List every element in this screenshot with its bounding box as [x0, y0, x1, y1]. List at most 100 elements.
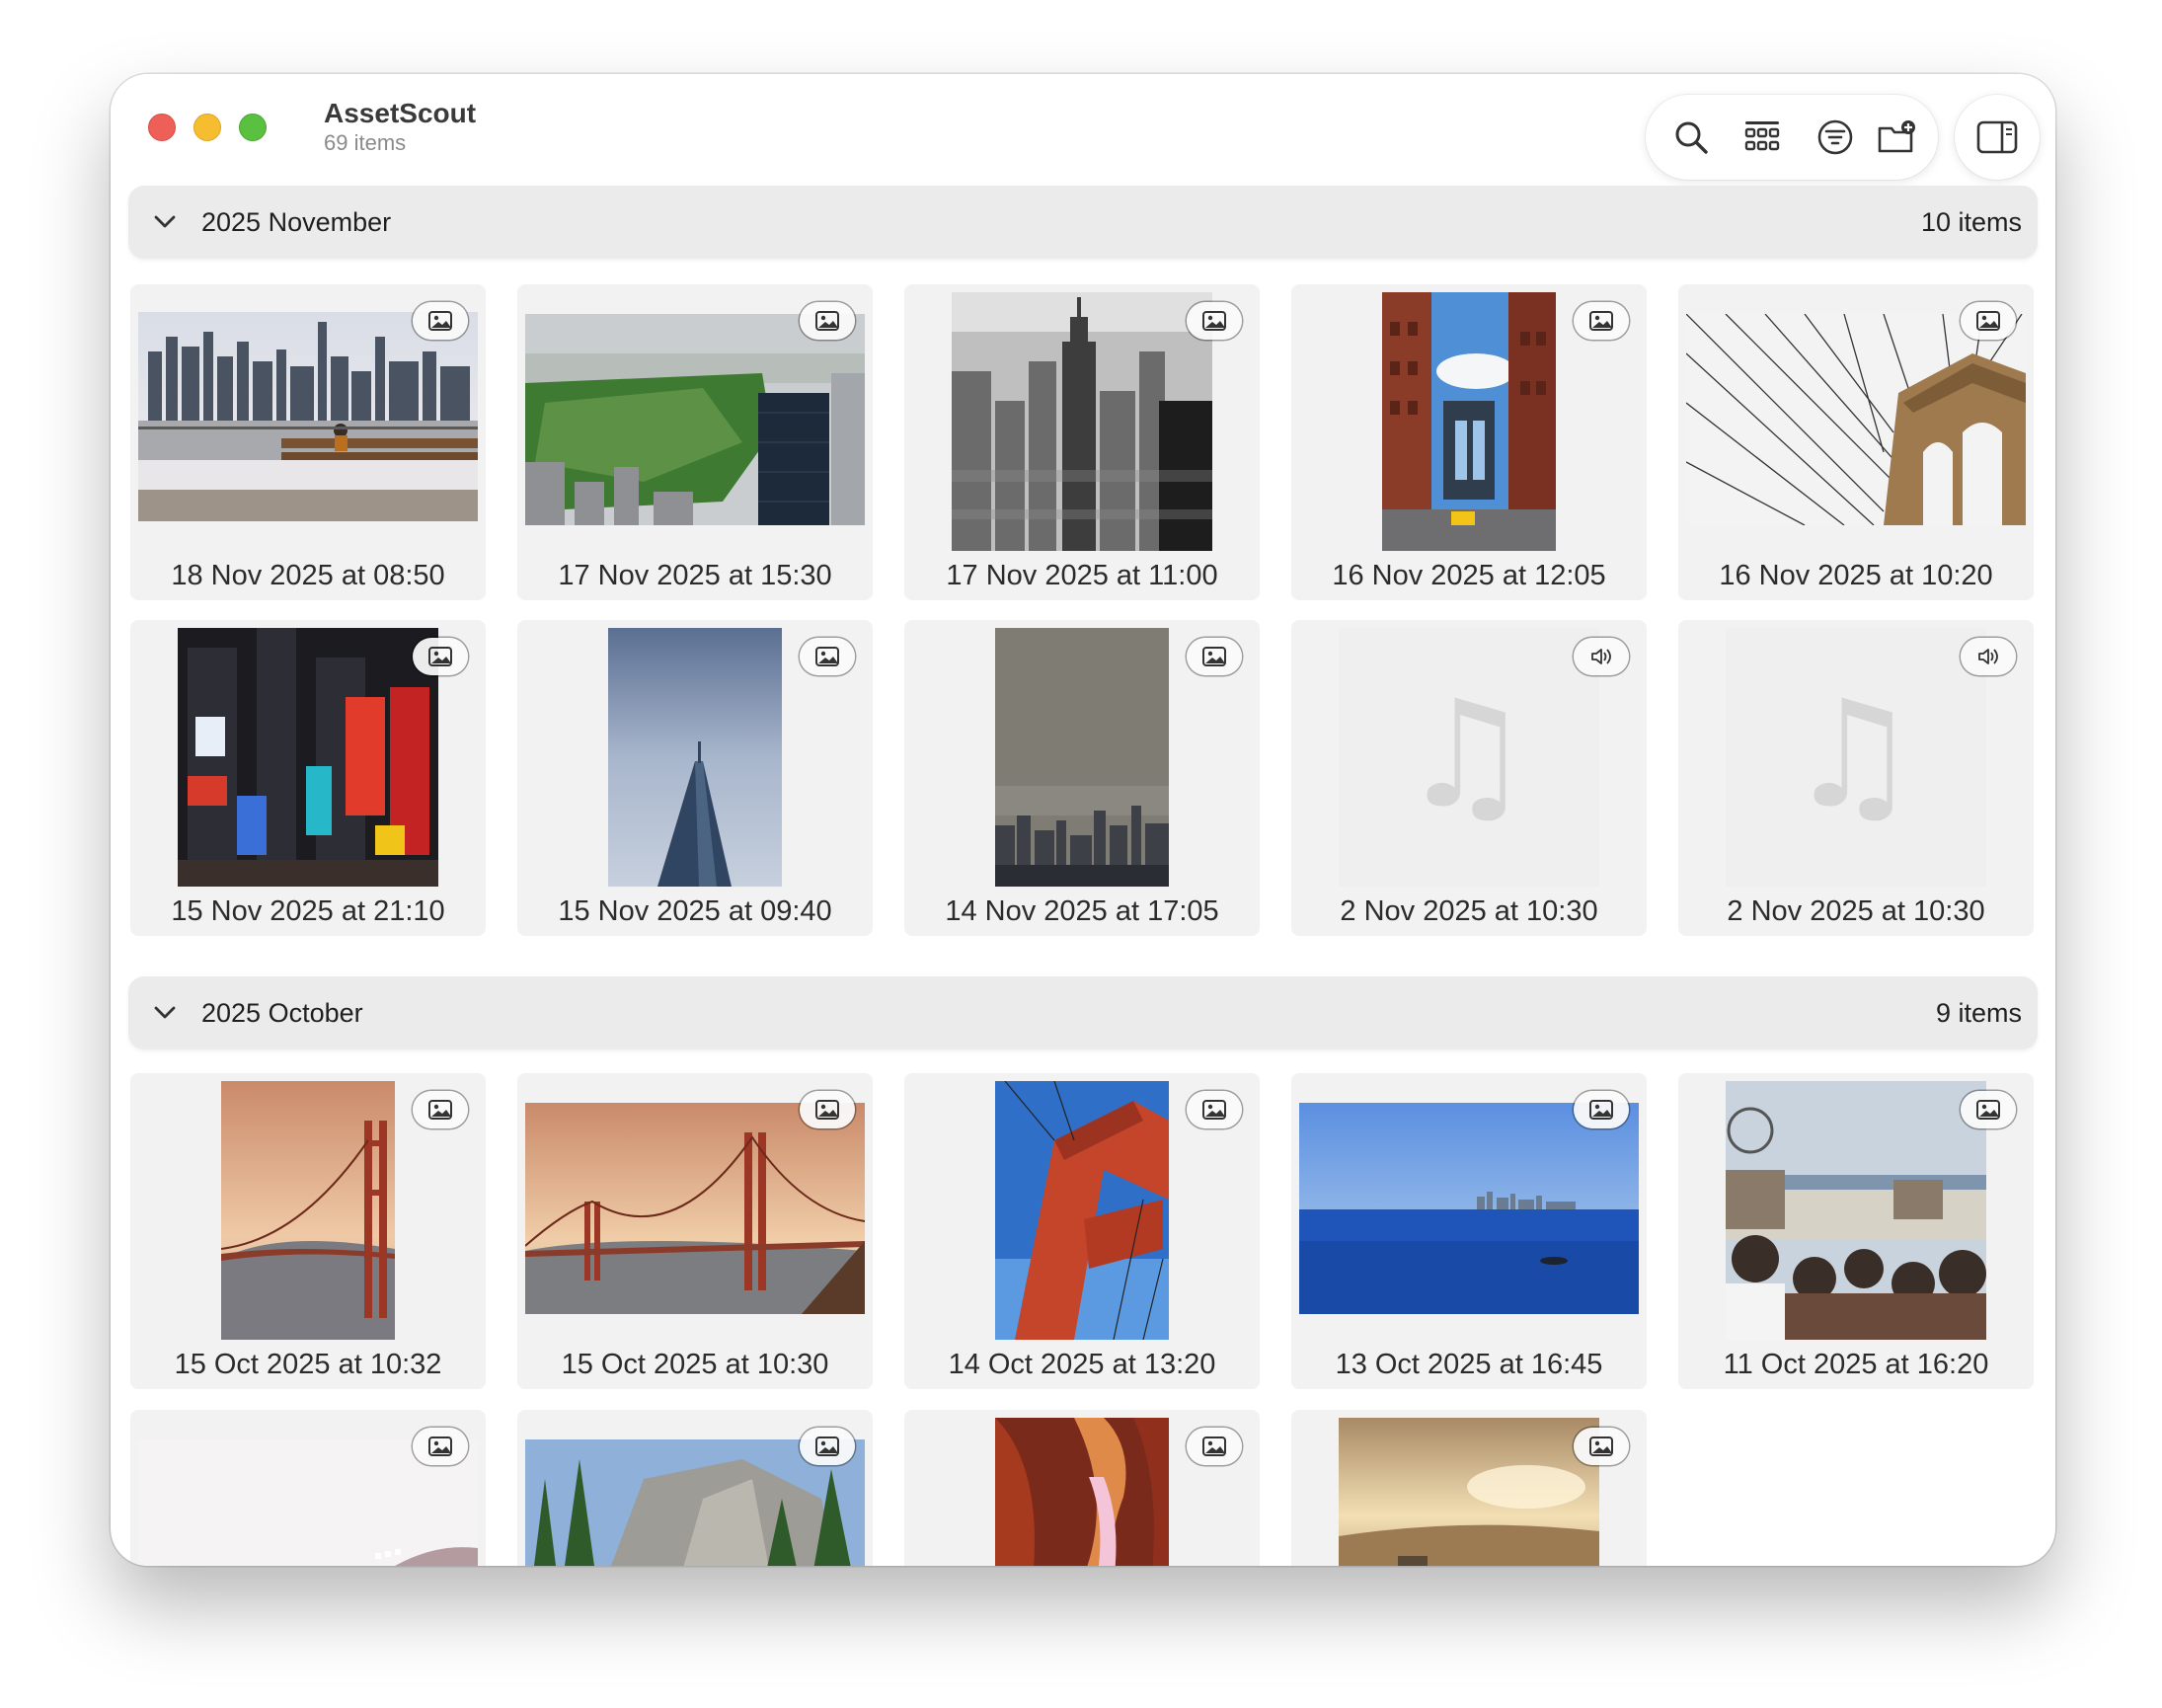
image-type-badge: [1574, 302, 1629, 340]
thumbnail-antelope-canyon: [995, 1418, 1169, 1566]
thumbnail-desert-sunset: [1339, 1418, 1599, 1566]
asset-caption: 14 Nov 2025 at 17:05: [945, 895, 1219, 927]
image-type-badge: [1961, 302, 2016, 340]
thumbnail-times-square-night: [178, 628, 438, 887]
new-folder-button[interactable]: [1871, 112, 1922, 163]
asset-card[interactable]: 17 Nov 2025 at 15:30: [517, 284, 873, 600]
speaker-icon: [1978, 649, 1998, 664]
thumbnail-central-park-aerial: [525, 314, 865, 525]
asset-card[interactable]: [1291, 1410, 1647, 1566]
grid-view-button[interactable]: [1737, 112, 1788, 163]
image-type-badge: [1187, 1091, 1242, 1128]
thumbnail-empire-state-bw: [952, 292, 1212, 551]
asset-card[interactable]: 16 Nov 2025 at 12:05: [1291, 284, 1647, 600]
asset-card[interactable]: 16 Nov 2025 at 10:20: [1678, 284, 2034, 600]
minimize-window-button[interactable]: [193, 114, 221, 141]
image-icon: [815, 1100, 839, 1120]
image-type-badge: [1187, 302, 1242, 340]
asset-caption: 15 Oct 2025 at 10:30: [561, 1349, 829, 1380]
speaker-icon: [1591, 649, 1611, 664]
asset-card[interactable]: 15 Nov 2025 at 09:40: [517, 620, 873, 936]
asset-card[interactable]: 14 Nov 2025 at 17:05: [904, 620, 1260, 936]
image-icon: [1202, 1100, 1226, 1120]
chevron-down-icon[interactable]: [150, 998, 180, 1028]
asset-card[interactable]: 18 Nov 2025 at 08:50: [130, 284, 486, 600]
audio-type-badge: [1961, 638, 2016, 675]
search-button[interactable]: [1665, 112, 1717, 163]
search-icon: [1675, 121, 1708, 154]
music-note-icon: ♫: [1787, 669, 1920, 841]
thumbnail-pier-crowd: [1726, 1081, 1986, 1340]
asset-caption: 16 Nov 2025 at 10:20: [1719, 560, 1993, 591]
sidebar-toggle-icon: [1976, 120, 2018, 154]
image-type-badge: [1574, 1428, 1629, 1465]
chevron-down-icon[interactable]: [150, 207, 180, 237]
asset-card[interactable]: [904, 1410, 1260, 1566]
app-window: AssetScout 69 items 2025 November 10 ite…: [111, 74, 2055, 1566]
image-type-badge: [800, 302, 855, 340]
asset-card[interactable]: 15 Oct 2025 at 10:30: [517, 1073, 873, 1389]
sidebar-toggle-button[interactable]: [1955, 95, 2040, 180]
asset-caption: 15 Nov 2025 at 09:40: [558, 895, 832, 927]
image-icon: [428, 1436, 452, 1456]
asset-card[interactable]: 13 Oct 2025 at 16:45: [1291, 1073, 1647, 1389]
image-icon: [815, 647, 839, 666]
image-type-badge: [1187, 1428, 1242, 1465]
image-icon: [1202, 311, 1226, 331]
asset-card[interactable]: 14 Oct 2025 at 13:20: [904, 1073, 1260, 1389]
image-icon: [1202, 647, 1226, 666]
image-type-badge: [800, 638, 855, 675]
filter-button[interactable]: [1810, 112, 1861, 163]
thumbnail-golden-gate-sunset-landscape: [525, 1103, 865, 1314]
toolbar-group: [1646, 95, 1938, 180]
asset-caption: 11 Oct 2025 at 16:20: [1723, 1349, 1989, 1380]
asset-card[interactable]: 15 Nov 2025 at 21:10: [130, 620, 486, 936]
item-count-subtitle: 69 items: [324, 130, 407, 155]
asset-caption: 17 Nov 2025 at 15:30: [558, 560, 832, 591]
image-icon: [1589, 1436, 1613, 1456]
asset-caption: 15 Oct 2025 at 10:32: [174, 1349, 442, 1380]
section-header-november[interactable]: 2025 November 10 items: [128, 186, 2038, 259]
zoom-window-button[interactable]: [239, 114, 267, 141]
close-window-button[interactable]: [148, 114, 176, 141]
asset-card[interactable]: 17 Nov 2025 at 11:00: [904, 284, 1260, 600]
asset-card[interactable]: ♫ 2 Nov 2025 at 10:30: [1678, 620, 2034, 936]
image-icon: [1202, 1436, 1226, 1456]
filter-icon: [1817, 119, 1853, 155]
image-type-badge: [413, 1428, 468, 1465]
thumbnail-golden-gate-sunset-portrait: [221, 1081, 395, 1340]
image-type-badge: [413, 1091, 468, 1128]
asset-card[interactable]: 15 Oct 2025 at 10:32: [130, 1073, 486, 1389]
image-icon: [815, 1436, 839, 1456]
music-note-icon: ♫: [1400, 669, 1533, 841]
image-type-badge: [1574, 1091, 1629, 1128]
app-title: AssetScout: [324, 98, 477, 128]
asset-card[interactable]: [517, 1410, 873, 1566]
image-icon: [1976, 311, 2000, 331]
image-type-badge: [1187, 638, 1242, 675]
image-type-badge: [800, 1091, 855, 1128]
section-count: 10 items: [1920, 207, 2022, 237]
thumbnail-one-world-trade: [608, 628, 782, 887]
thumbnail-foggy-skyline: [995, 628, 1169, 887]
asset-card[interactable]: 11 Oct 2025 at 16:20: [1678, 1073, 2034, 1389]
asset-caption: 17 Nov 2025 at 11:00: [946, 560, 1218, 591]
image-icon: [1589, 311, 1613, 331]
section-header-october[interactable]: 2025 October 9 items: [128, 976, 2038, 1049]
section-title: 2025 October: [201, 998, 363, 1028]
image-icon: [1589, 1100, 1613, 1120]
asset-card[interactable]: [130, 1410, 486, 1566]
asset-caption: 15 Nov 2025 at 21:10: [171, 895, 445, 927]
image-icon: [428, 647, 452, 666]
thumbnail-city-skyline-bench: [138, 312, 478, 521]
thumbnail-brooklyn-bridge-cables: [1686, 314, 2026, 525]
asset-caption: 2 Nov 2025 at 10:30: [1727, 895, 1985, 927]
asset-card[interactable]: ♫ 2 Nov 2025 at 10:30: [1291, 620, 1647, 936]
title-bar: AssetScout 69 items: [111, 74, 2055, 183]
image-type-badge: [800, 1428, 855, 1465]
asset-caption: 16 Nov 2025 at 12:05: [1332, 560, 1606, 591]
image-icon: [428, 1100, 452, 1120]
asset-caption: 13 Oct 2025 at 16:45: [1335, 1349, 1603, 1380]
thumbnail-bay-water-skyline: [1299, 1103, 1639, 1314]
asset-caption: 14 Oct 2025 at 13:20: [948, 1349, 1216, 1380]
